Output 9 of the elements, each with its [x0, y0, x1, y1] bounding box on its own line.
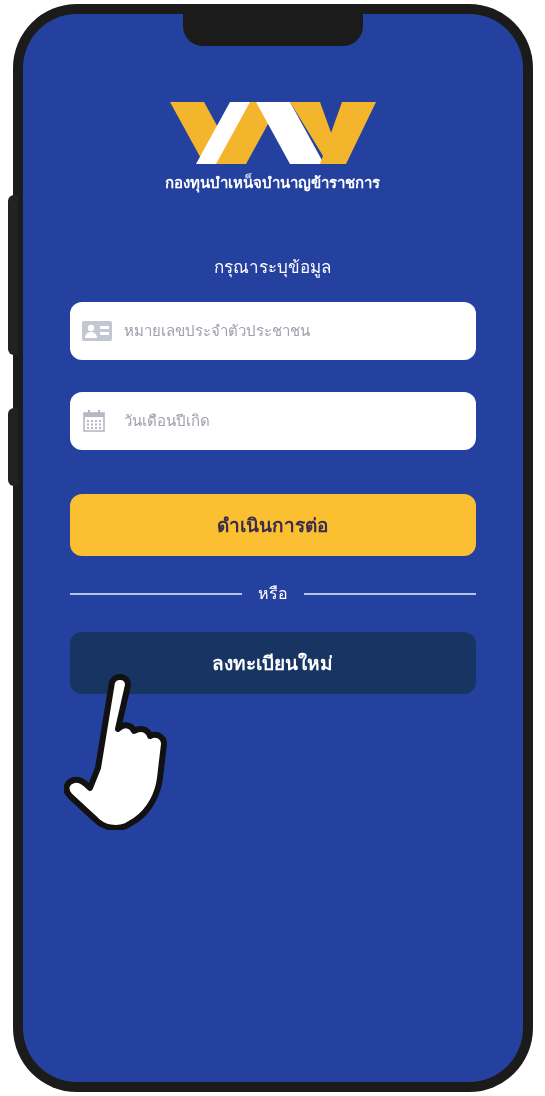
organization-name: กองทุนบำเหน็จบำนาญข้าราชการ [165, 172, 380, 195]
register-button[interactable]: ลงทะเบียนใหม่ [69, 632, 476, 694]
calendar-icon [81, 409, 106, 433]
continue-button[interactable]: ดำเนินการต่อ [69, 494, 476, 556]
input-field[interactable]: วันเดือนปีเกิด [69, 392, 476, 450]
form-heading: กรุณาระบุข้อมูล [214, 255, 331, 280]
divider-label: หรือ [257, 583, 288, 605]
input-field[interactable]: หมายเลขประจำตัวประชาชน [69, 302, 476, 360]
id-card-icon [81, 321, 112, 341]
